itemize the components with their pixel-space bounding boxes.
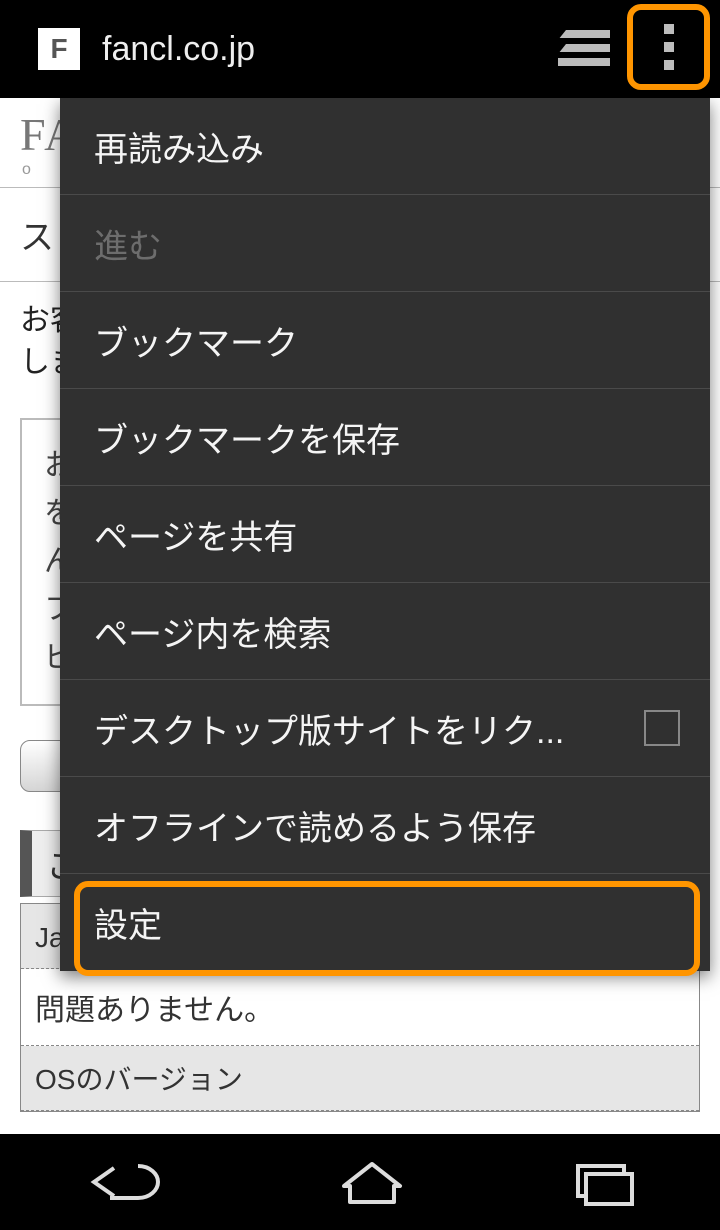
overflow-menu-button[interactable] — [627, 4, 710, 90]
url-text[interactable]: fancl.co.jp — [102, 30, 255, 69]
menu-item-label: ブックマークを保存 — [94, 413, 400, 462]
checkbox-icon[interactable] — [644, 710, 680, 746]
overflow-menu: 再読み込み 進む ブックマーク ブックマークを保存 ページを共有 ページ内を検索… — [60, 98, 710, 971]
menu-item-find-in-page[interactable]: ページ内を検索 — [60, 583, 710, 680]
nav-back-button[interactable] — [80, 1158, 176, 1206]
tabs-icon[interactable] — [558, 30, 610, 70]
menu-item-settings[interactable]: 設定 — [60, 874, 710, 971]
menu-item-request-desktop[interactable]: デスクトップ版サイトをリク... — [60, 680, 710, 777]
table-body-js: 問題ありません。 — [21, 969, 699, 1046]
site-favicon: F — [38, 28, 80, 70]
menu-item-save-offline[interactable]: オフラインで読めるよう保存 — [60, 777, 710, 874]
nav-home-button[interactable] — [336, 1158, 408, 1206]
menu-item-bookmarks[interactable]: ブックマーク — [60, 292, 710, 389]
menu-item-reload[interactable]: 再読み込み — [60, 98, 710, 195]
nav-recent-button[interactable] — [568, 1158, 640, 1206]
menu-item-share-page[interactable]: ページを共有 — [60, 486, 710, 583]
system-nav-bar — [0, 1134, 720, 1230]
menu-item-save-bookmark[interactable]: ブックマークを保存 — [60, 389, 710, 486]
menu-item-label: オフラインで読めるよう保存 — [94, 801, 536, 850]
menu-item-label: デスクトップ版サイトをリク... — [94, 704, 564, 753]
menu-item-label: ブックマーク — [94, 316, 298, 365]
menu-item-label: 再読み込み — [94, 122, 264, 171]
menu-item-label: ページ内を検索 — [94, 607, 331, 656]
menu-item-label: 設定 — [94, 898, 162, 947]
browser-top-bar: F fancl.co.jp — [0, 0, 720, 98]
menu-item-forward: 進む — [60, 195, 710, 292]
kebab-icon — [664, 20, 674, 74]
menu-item-label: 進む — [94, 219, 162, 268]
menu-item-label: ページを共有 — [94, 510, 297, 559]
table-head-os: OSのバージョン — [21, 1046, 699, 1111]
